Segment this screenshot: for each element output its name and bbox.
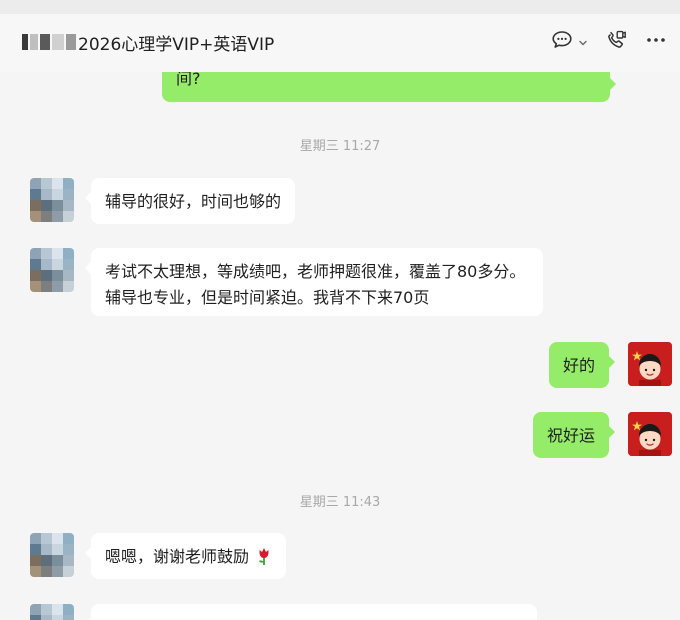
message-text: 好的 bbox=[562, 356, 595, 375]
chat-title[interactable]: 2026心理学VIP+英语VIP bbox=[78, 30, 274, 55]
message-text: 考试不太理想，等成绩吧，老师押题很准，覆盖了80多分。辅导也专业，但是时间紧迫。… bbox=[105, 262, 526, 307]
avatar[interactable] bbox=[30, 178, 74, 222]
message-text: 祝好运 bbox=[546, 426, 595, 445]
chat-header: 2026心理学VIP+英语VIP bbox=[0, 14, 680, 73]
self-avatar[interactable] bbox=[628, 342, 672, 386]
message-text: 间? bbox=[176, 72, 201, 88]
avatar[interactable] bbox=[30, 604, 74, 620]
self-avatar[interactable] bbox=[628, 412, 672, 456]
header-actions bbox=[550, 28, 668, 56]
message-bubble-outgoing[interactable]: 好的 bbox=[548, 342, 616, 388]
avatar[interactable] bbox=[30, 533, 74, 577]
more-icon bbox=[644, 28, 668, 56]
video-call-icon bbox=[604, 28, 628, 56]
window-top-strip bbox=[0, 0, 680, 14]
chat-options-button[interactable] bbox=[550, 28, 588, 56]
message-bubble-incoming[interactable] bbox=[85, 604, 537, 620]
message-bubble-incoming[interactable]: 辅导的很好，时间也够的 bbox=[84, 178, 296, 224]
timestamp: 星期三 11:43 bbox=[299, 495, 381, 510]
message-text: 嗯嗯，谢谢老师鼓励 bbox=[105, 547, 250, 566]
tulip-emoji-icon bbox=[256, 546, 272, 574]
video-call-button[interactable] bbox=[604, 28, 628, 56]
more-options-button[interactable] bbox=[644, 28, 668, 56]
message-bubble-outgoing[interactable]: 间? bbox=[162, 72, 616, 102]
message-bubble-outgoing[interactable]: 祝好运 bbox=[532, 412, 616, 458]
chat-title-area: 2026心理学VIP+英语VIP bbox=[22, 28, 274, 56]
chat-area[interactable]: 间? 星期三 11:27 辅导的很好，时间也够的 考试不太理想，等成绩吧，老师押… bbox=[0, 72, 680, 620]
message-bubble-incoming[interactable]: 嗯嗯，谢谢老师鼓励 bbox=[84, 533, 287, 579]
chevron-down-icon bbox=[578, 33, 588, 52]
chat-bubble-icon bbox=[550, 28, 574, 56]
timestamp: 星期三 11:27 bbox=[299, 139, 381, 154]
avatar[interactable] bbox=[30, 248, 74, 292]
message-bubble-incoming[interactable]: 考试不太理想，等成绩吧，老师押题很准，覆盖了80多分。辅导也专业，但是时间紧迫。… bbox=[85, 248, 543, 316]
title-mosaic bbox=[22, 33, 76, 51]
message-text: 辅导的很好，时间也够的 bbox=[105, 192, 282, 211]
